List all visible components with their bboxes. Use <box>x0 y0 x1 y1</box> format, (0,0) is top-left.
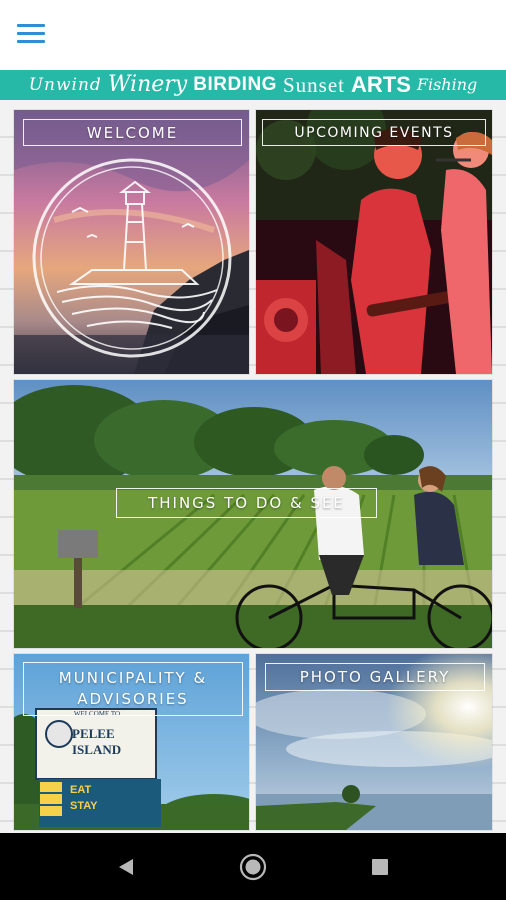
welcome-tile[interactable]: WELCOME <box>14 110 249 374</box>
things-to-do-tile[interactable]: THINGS TO DO & SEE <box>14 380 492 648</box>
upcoming-events-tile[interactable]: UPCOMING EVENTS <box>256 110 492 374</box>
home-circle-icon[interactable] <box>239 853 267 881</box>
concert-image <box>256 110 492 374</box>
banner-word: Fishing <box>416 75 478 94</box>
municipality-label-line1: MUNICIPALITY & <box>58 669 208 687</box>
recents-square-icon[interactable] <box>370 857 390 877</box>
municipality-label: MUNICIPALITY & ADVISORIES <box>23 662 243 716</box>
banner-word: Winery <box>107 72 188 97</box>
municipality-label-line2: ADVISORIES <box>77 690 189 708</box>
photo-gallery-label: PHOTO GALLERY <box>265 663 485 691</box>
home-tile-grid: WELCOME UPCOMING EVENTS THINGS TO DO & S… <box>0 100 506 833</box>
welcome-label: WELCOME <box>23 119 242 146</box>
banner-word: BIRDING <box>193 74 277 95</box>
sign-line: STAY <box>70 800 98 812</box>
municipality-advisories-tile[interactable]: WELCOME TO PELEE ISLAND EAT STAY MUNICIP… <box>14 654 249 830</box>
activities-banner: Unwind Winery BIRDING Sunset ARTS Fishin… <box>0 70 506 100</box>
photo-gallery-tile[interactable]: PHOTO GALLERY <box>256 654 492 830</box>
banner-word: ARTS <box>350 72 411 97</box>
sign-line: EAT <box>70 784 92 796</box>
back-triangle-icon[interactable] <box>116 857 136 877</box>
sign-title: PELEE ISLAND <box>72 726 122 757</box>
lighthouse-logo-icon <box>32 158 232 358</box>
banner-word: Unwind <box>28 75 102 95</box>
upcoming-events-label: UPCOMING EVENTS <box>262 119 486 146</box>
app-bar <box>0 0 506 68</box>
system-nav-bar <box>0 833 506 900</box>
hamburger-menu-icon[interactable] <box>14 20 48 48</box>
things-to-do-label: THINGS TO DO & SEE <box>116 488 377 518</box>
banner-word: Sunset <box>282 73 345 97</box>
